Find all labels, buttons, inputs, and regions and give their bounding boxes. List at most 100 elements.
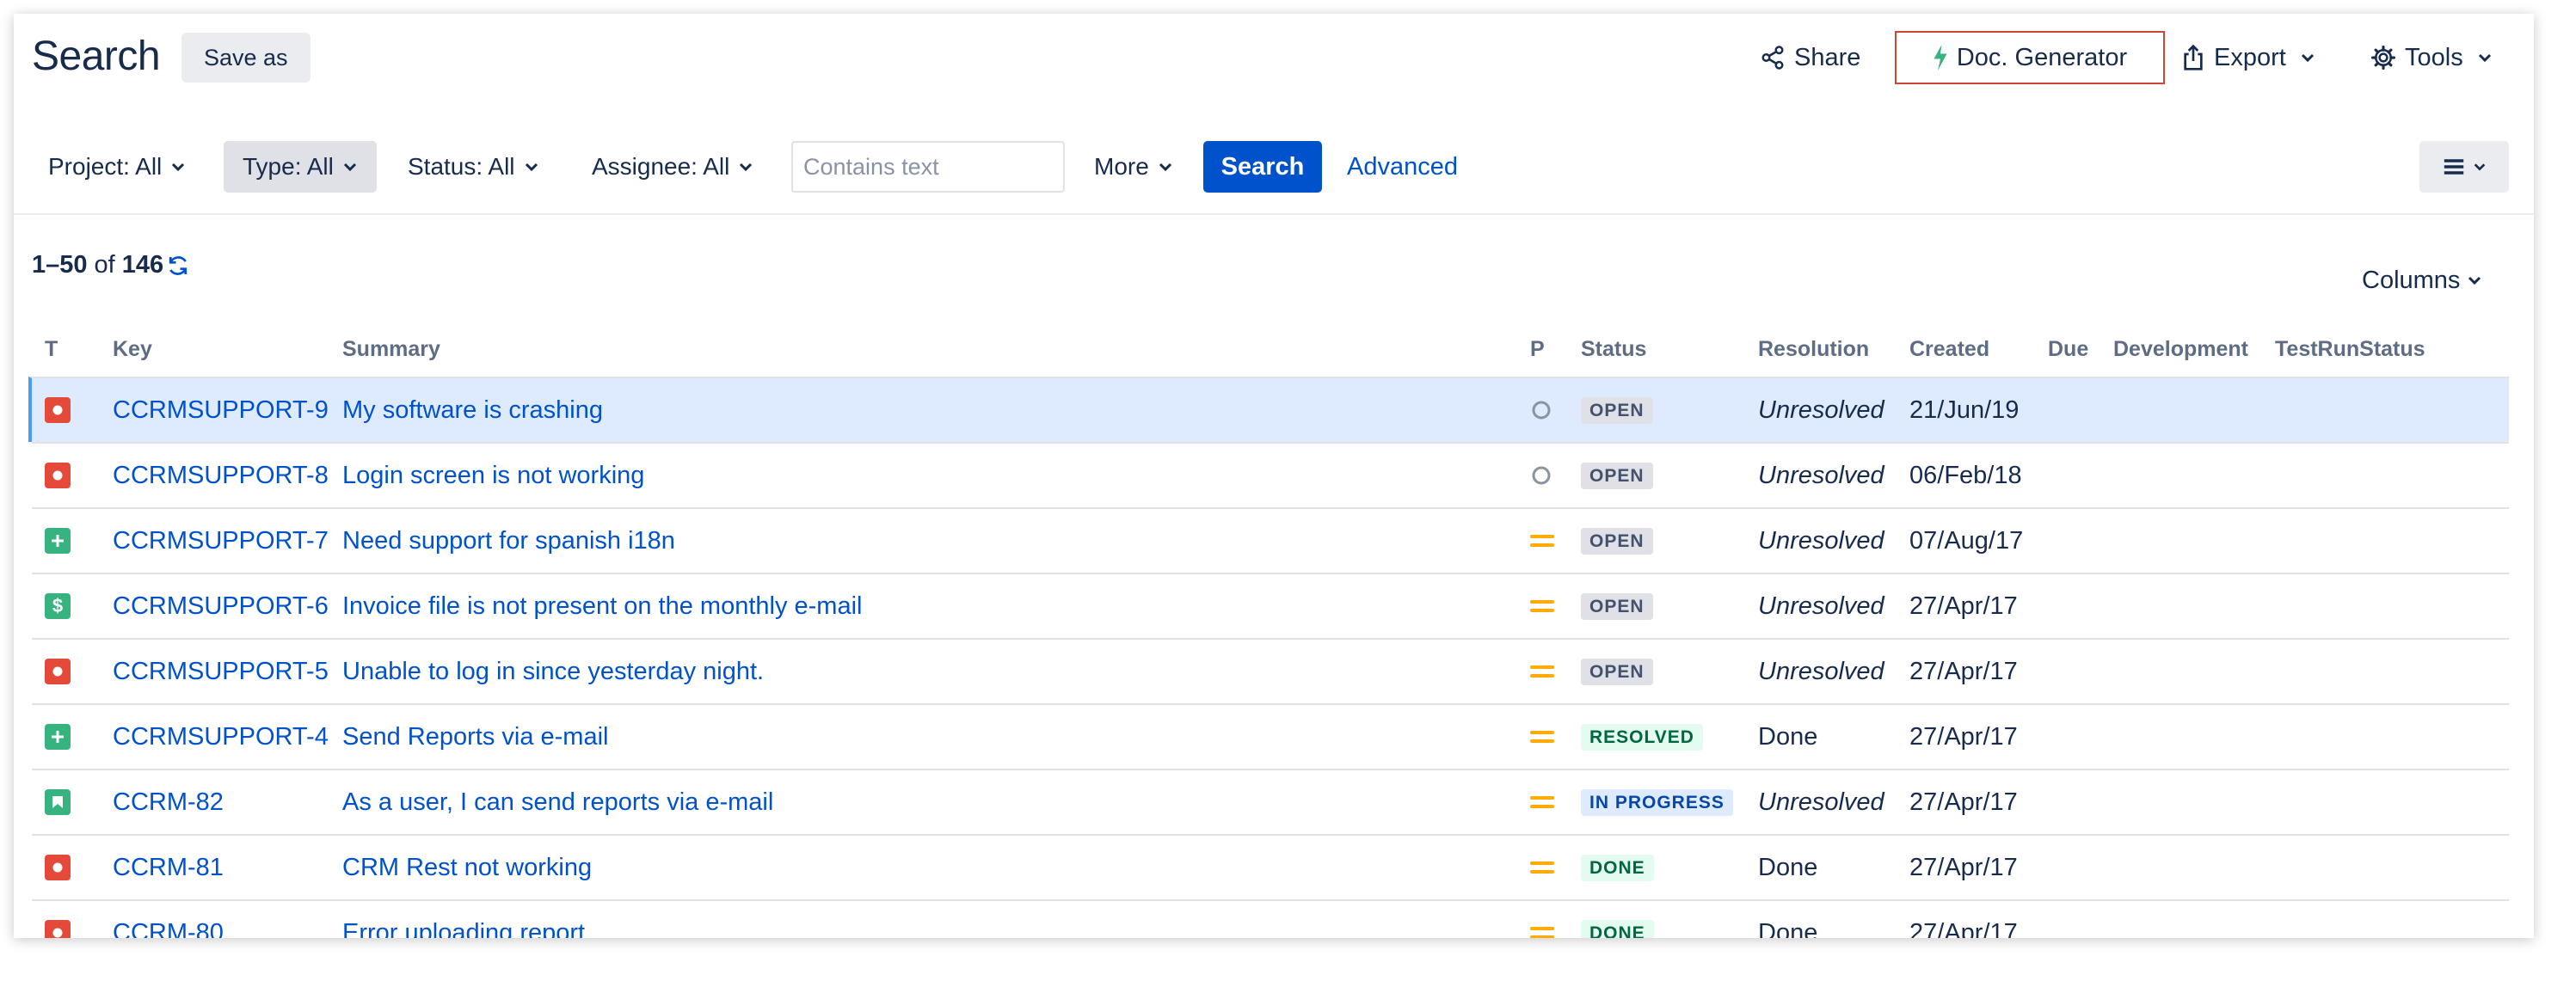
issue-key-link[interactable]: CCRMSUPPORT-4 [113, 705, 329, 769]
issue-summary-link[interactable]: As a user, I can send reports via e-mail [342, 770, 773, 834]
project-filter[interactable]: Project: All [29, 141, 205, 193]
created-date: 27/Apr/17 [1909, 788, 2018, 816]
priority-none-icon [1530, 444, 1552, 507]
col-header-key[interactable]: Key [113, 337, 152, 362]
table-row[interactable]: $ CCRMSUPPORT-6 Invoice file is not presen… [32, 573, 2509, 638]
issue-key-link[interactable]: CCRM-82 [113, 770, 224, 834]
doc-generator-button[interactable]: Doc. Generator [1895, 31, 2165, 84]
view-layout-button[interactable] [2419, 141, 2509, 193]
table-row[interactable]: CCRM-80 Error uploading report DONE Done 27/… [32, 899, 2509, 938]
priority-medium-icon [1530, 770, 1554, 834]
export-label: Export [2214, 43, 2286, 71]
priority-medium-icon [1530, 640, 1554, 703]
resolution-value: Unresolved [1758, 461, 1884, 489]
more-filters-button[interactable]: More [1075, 141, 1192, 193]
bug-icon [45, 444, 71, 507]
type-filter[interactable]: Type: All [224, 141, 377, 193]
save-as-button[interactable]: Save as [181, 33, 310, 83]
status-badge: OPEN [1581, 444, 1653, 507]
issue-summary-link[interactable]: CRM Rest not working [342, 836, 592, 899]
chevron-down-icon [738, 162, 753, 172]
issue-key-link[interactable]: CCRMSUPPORT-6 [113, 574, 329, 638]
issue-key-link[interactable]: CCRMSUPPORT-7 [113, 509, 329, 573]
gear-icon [2370, 45, 2396, 71]
col-header-testrunstatus[interactable]: TestRunStatus [2275, 337, 2425, 362]
advanced-search-link[interactable]: Advanced [1347, 141, 1458, 193]
columns-button[interactable]: Columns [2362, 254, 2482, 306]
created-date: 21/Jun/19 [1909, 395, 2020, 424]
table-row[interactable]: CCRMSUPPORT-9 My software is crashing OPEN… [28, 377, 2509, 442]
resolution-value: Done [1758, 918, 1818, 939]
status-badge: OPEN [1581, 509, 1653, 573]
status-badge: RESOLVED [1581, 705, 1703, 769]
story-icon [45, 770, 71, 834]
table-row[interactable]: CCRM-81 CRM Rest not working DONE Done 27/Ap… [32, 834, 2509, 899]
issue-summary-link[interactable]: Need support for spanish i18n [342, 509, 675, 573]
status-filter[interactable]: Status: All [389, 141, 558, 193]
col-header-created[interactable]: Created [1909, 337, 1989, 362]
lightning-bolt-icon [1933, 45, 1948, 71]
contains-text-input[interactable] [791, 141, 1065, 193]
priority-medium-icon [1530, 901, 1554, 938]
new-feature-icon [45, 509, 71, 573]
created-date: 27/Apr/17 [1909, 853, 2018, 881]
table-row[interactable]: CCRMSUPPORT-8 Login screen is not working… [32, 442, 2509, 507]
status-badge: IN PROGRESS [1581, 770, 1733, 834]
table-row[interactable]: CCRMSUPPORT-5 Unable to log in since yest… [32, 638, 2509, 703]
results-total: 146 [121, 251, 164, 279]
priority-medium-icon [1530, 705, 1554, 769]
created-date: 27/Apr/17 [1909, 722, 2018, 751]
issue-summary-link[interactable]: My software is crashing [342, 378, 603, 442]
type-filter-label: Type: All [243, 153, 334, 180]
status-badge: OPEN [1581, 574, 1653, 638]
resolution-value: Unresolved [1758, 788, 1884, 816]
issue-summary-link[interactable]: Invoice file is not present on the month… [342, 574, 862, 638]
export-menu-button[interactable]: Export [2181, 31, 2315, 84]
issue-key-link[interactable]: CCRMSUPPORT-9 [113, 378, 329, 442]
project-filter-label: Project: All [48, 153, 163, 180]
issue-key-link[interactable]: CCRM-81 [113, 836, 224, 899]
columns-label: Columns [2362, 266, 2461, 294]
billing-icon: $ [45, 574, 71, 638]
issue-summary-link[interactable]: Send Reports via e-mail [342, 705, 608, 769]
tools-label: Tools [2405, 43, 2463, 71]
issue-summary-link[interactable]: Error uploading report [342, 901, 585, 939]
col-header-development[interactable]: Development [2113, 337, 2248, 362]
status-badge: DONE [1581, 836, 1654, 899]
chevron-down-icon [170, 162, 186, 172]
page-header: Search Save as Share Doc. Generator Expo… [14, 14, 2534, 110]
tools-menu-button[interactable]: Tools [2370, 31, 2493, 84]
share-button[interactable]: Share [1760, 31, 1860, 84]
chevron-down-icon [2477, 52, 2493, 63]
results-of: of [94, 251, 115, 279]
chevron-down-icon [2467, 275, 2482, 285]
bug-icon [45, 640, 71, 703]
issue-key-link[interactable]: CCRMSUPPORT-8 [113, 444, 329, 507]
col-header-resolution[interactable]: Resolution [1758, 337, 1869, 362]
issue-summary-link[interactable]: Login screen is not working [342, 444, 644, 507]
table-row[interactable]: CCRM-82 As a user, I can send reports via… [32, 769, 2509, 834]
table-row[interactable]: CCRMSUPPORT-4 Send Reports via e-mail RESO… [32, 703, 2509, 769]
issue-key-link[interactable]: CCRM-80 [113, 901, 224, 939]
col-header-due[interactable]: Due [2048, 337, 2088, 362]
chevron-down-icon [2473, 162, 2487, 172]
issue-summary-link[interactable]: Unable to log in since yesterday night. [342, 640, 764, 703]
created-date: 27/Apr/17 [1909, 657, 2018, 685]
search-button[interactable]: Search [1203, 141, 1322, 193]
col-header-summary[interactable]: Summary [342, 337, 440, 362]
status-badge: OPEN [1581, 378, 1653, 442]
results-range: 1–50 [32, 251, 88, 279]
search-page: Search Save as Share Doc. Generator Expo… [14, 14, 2534, 938]
assignee-filter[interactable]: Assignee: All [573, 141, 772, 193]
resolution-value: Unresolved [1758, 657, 1884, 685]
chevron-down-icon [2300, 52, 2315, 63]
col-header-type[interactable]: T [45, 337, 58, 362]
col-header-status[interactable]: Status [1581, 337, 1646, 362]
bug-icon [45, 901, 71, 938]
table-row[interactable]: CCRMSUPPORT-7 Need support for spanish i1… [32, 507, 2509, 573]
issue-key-link[interactable]: CCRMSUPPORT-5 [113, 640, 329, 703]
created-date: 27/Apr/17 [1909, 592, 2018, 620]
refresh-icon[interactable] [165, 253, 191, 279]
results-count: 1–50 of 146 [32, 251, 191, 279]
col-header-priority[interactable]: P [1530, 337, 1545, 362]
